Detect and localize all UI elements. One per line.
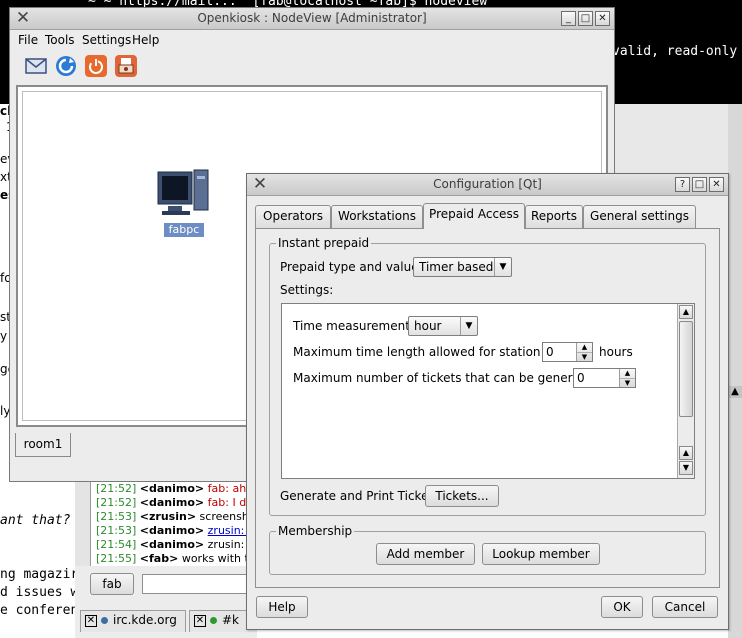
maximize-button[interactable]: □ <box>578 11 593 26</box>
max-time-spinbox[interactable]: 0 ▲ ▼ <box>542 342 593 362</box>
menu-settings[interactable]: Settings <box>82 33 131 47</box>
terminal-line: valid, read-only <box>612 44 738 59</box>
workstation-icon <box>157 169 209 215</box>
prepaid-type-select[interactable]: Timer based ▼ <box>413 257 512 277</box>
menu-file[interactable]: File <box>18 33 38 47</box>
window-title: Openkiosk : NodeView [Administrator] <box>197 11 427 25</box>
configuration-dialog: ✕ Configuration [Qt] ? □ ✕ Operators Wor… <box>246 173 729 630</box>
spin-down-icon[interactable]: ▼ <box>577 352 592 361</box>
chat-line: [21:52] <danimo> fab: I didn <box>96 496 264 509</box>
spin-up-icon[interactable]: ▲ <box>577 343 592 352</box>
menu-tools[interactable]: Tools <box>45 33 75 47</box>
max-time-label: Maximum time length allowed for station … <box>293 345 570 359</box>
mail-icon[interactable] <box>24 54 48 78</box>
group-title: Instant prepaid <box>276 236 372 250</box>
refresh-icon[interactable] <box>54 54 78 78</box>
max-tickets-label: Maximum number of tickets that can be ge… <box>293 371 604 385</box>
ok-button[interactable]: OK <box>601 596 643 618</box>
chat-line: [21:54] <danimo> zrusin: it c <box>96 538 265 551</box>
scroll-down-icon[interactable]: ▼ <box>679 461 693 475</box>
max-tickets-spinbox[interactable]: 0 ▲ ▼ <box>573 368 636 388</box>
scroll-up-icon[interactable]: ▲ <box>679 446 693 460</box>
terminal-fragment: ng magazir <box>0 567 79 582</box>
tab-workstations[interactable]: Workstations <box>331 205 423 228</box>
irc-input-bar: fab ✕ irc.kde.org ✕ #k <box>75 566 257 638</box>
help-context-button[interactable]: ? <box>675 177 690 192</box>
close-icon[interactable]: ✕ <box>194 614 206 627</box>
dialog-title: Configuration [Qt] <box>433 177 542 191</box>
menu-help[interactable]: Help <box>132 33 159 47</box>
workstation-node[interactable]: fabpc <box>156 168 212 238</box>
tab-reports[interactable]: Reports <box>525 205 583 228</box>
tab-prepaid-access[interactable]: Prepaid Access <box>423 203 525 229</box>
chevron-down-icon: ▼ <box>494 258 511 276</box>
chevron-down-icon: ▼ <box>460 317 477 335</box>
prepaid-type-label: Prepaid type and value: <box>280 260 423 274</box>
power-icon[interactable] <box>84 54 108 78</box>
time-measurement-label: Time measurement: <box>293 319 414 333</box>
spin-buttons[interactable]: ▲ ▼ <box>576 343 592 361</box>
background-window-frame <box>728 104 742 638</box>
irc-tab-server[interactable]: ✕ irc.kde.org <box>80 610 186 632</box>
chat-line: [21:52] <danimo> fab: ah, o <box>96 482 260 495</box>
text-fragment: y <box>0 329 8 343</box>
chat-line: [21:53] <danimo> zrusin: htt <box>96 524 264 537</box>
spin-buttons[interactable]: ▲ ▼ <box>619 369 635 387</box>
terminal-fragment: d issues w <box>0 585 79 600</box>
toolbar <box>10 51 614 81</box>
spin-up-icon[interactable]: ▲ <box>620 369 635 378</box>
spin-down-icon[interactable]: ▼ <box>620 378 635 387</box>
menubar: File Tools Settings Help <box>10 31 614 51</box>
background-scroll-arrow-icon: ▲ <box>728 386 742 398</box>
time-measurement-select[interactable]: hour ▼ <box>408 316 478 336</box>
background-window-frame <box>615 104 728 174</box>
max-time-unit: hours <box>599 345 633 359</box>
terminal-fragment: ant that? <box>0 513 71 528</box>
close-button[interactable]: ✕ <box>709 177 724 192</box>
help-button[interactable]: Help <box>256 596 308 618</box>
settings-label: Settings: <box>280 283 334 297</box>
maximize-button[interactable]: □ <box>692 177 707 192</box>
nick-button[interactable]: fab <box>90 573 134 595</box>
terminal-fragment: e conferen <box>0 603 79 618</box>
print-icon[interactable] <box>114 54 138 78</box>
close-button[interactable]: ✕ <box>595 11 610 26</box>
status-dot-icon <box>101 617 108 624</box>
chat-input[interactable] <box>142 574 257 594</box>
background-window-frame <box>75 482 91 572</box>
lookup-member-button[interactable]: Lookup member <box>482 543 600 565</box>
chat-line: [21:55] <fab> works with tick <box>96 552 265 565</box>
chat-line: [21:53] <zrusin> screensho <box>96 510 256 523</box>
group-title: Membership <box>276 524 355 538</box>
tab-room[interactable]: room1 <box>15 433 71 457</box>
add-member-button[interactable]: Add member <box>376 543 475 565</box>
config-titlebar[interactable]: ✕ Configuration [Qt] ? □ ✕ <box>247 174 728 196</box>
settings-scroll-area[interactable]: Time measurement: hour ▼ Maximum time le… <box>281 303 695 479</box>
vertical-scrollbar[interactable]: ▲ ▲ ▼ <box>677 304 694 478</box>
tab-general-settings[interactable]: General settings <box>583 205 696 228</box>
cancel-button[interactable]: Cancel <box>652 596 718 618</box>
nodeview-titlebar[interactable]: ✕ Openkiosk : NodeView [Administrator] _… <box>10 8 614 30</box>
tab-operators[interactable]: Operators <box>255 205 331 228</box>
tickets-button[interactable]: Tickets... <box>425 485 499 507</box>
scrollbar-thumb[interactable] <box>679 321 693 417</box>
prepaid-access-panel: Instant prepaid Prepaid type and value: … <box>255 228 720 588</box>
close-icon[interactable]: ✕ <box>85 614 97 627</box>
generate-tickets-label: Generate and Print Tickets <box>280 489 440 503</box>
workstation-label: fabpc <box>164 223 204 237</box>
scroll-up-icon[interactable]: ▲ <box>679 305 693 319</box>
status-dot-icon <box>210 617 217 624</box>
minimize-button[interactable]: _ <box>561 11 576 26</box>
